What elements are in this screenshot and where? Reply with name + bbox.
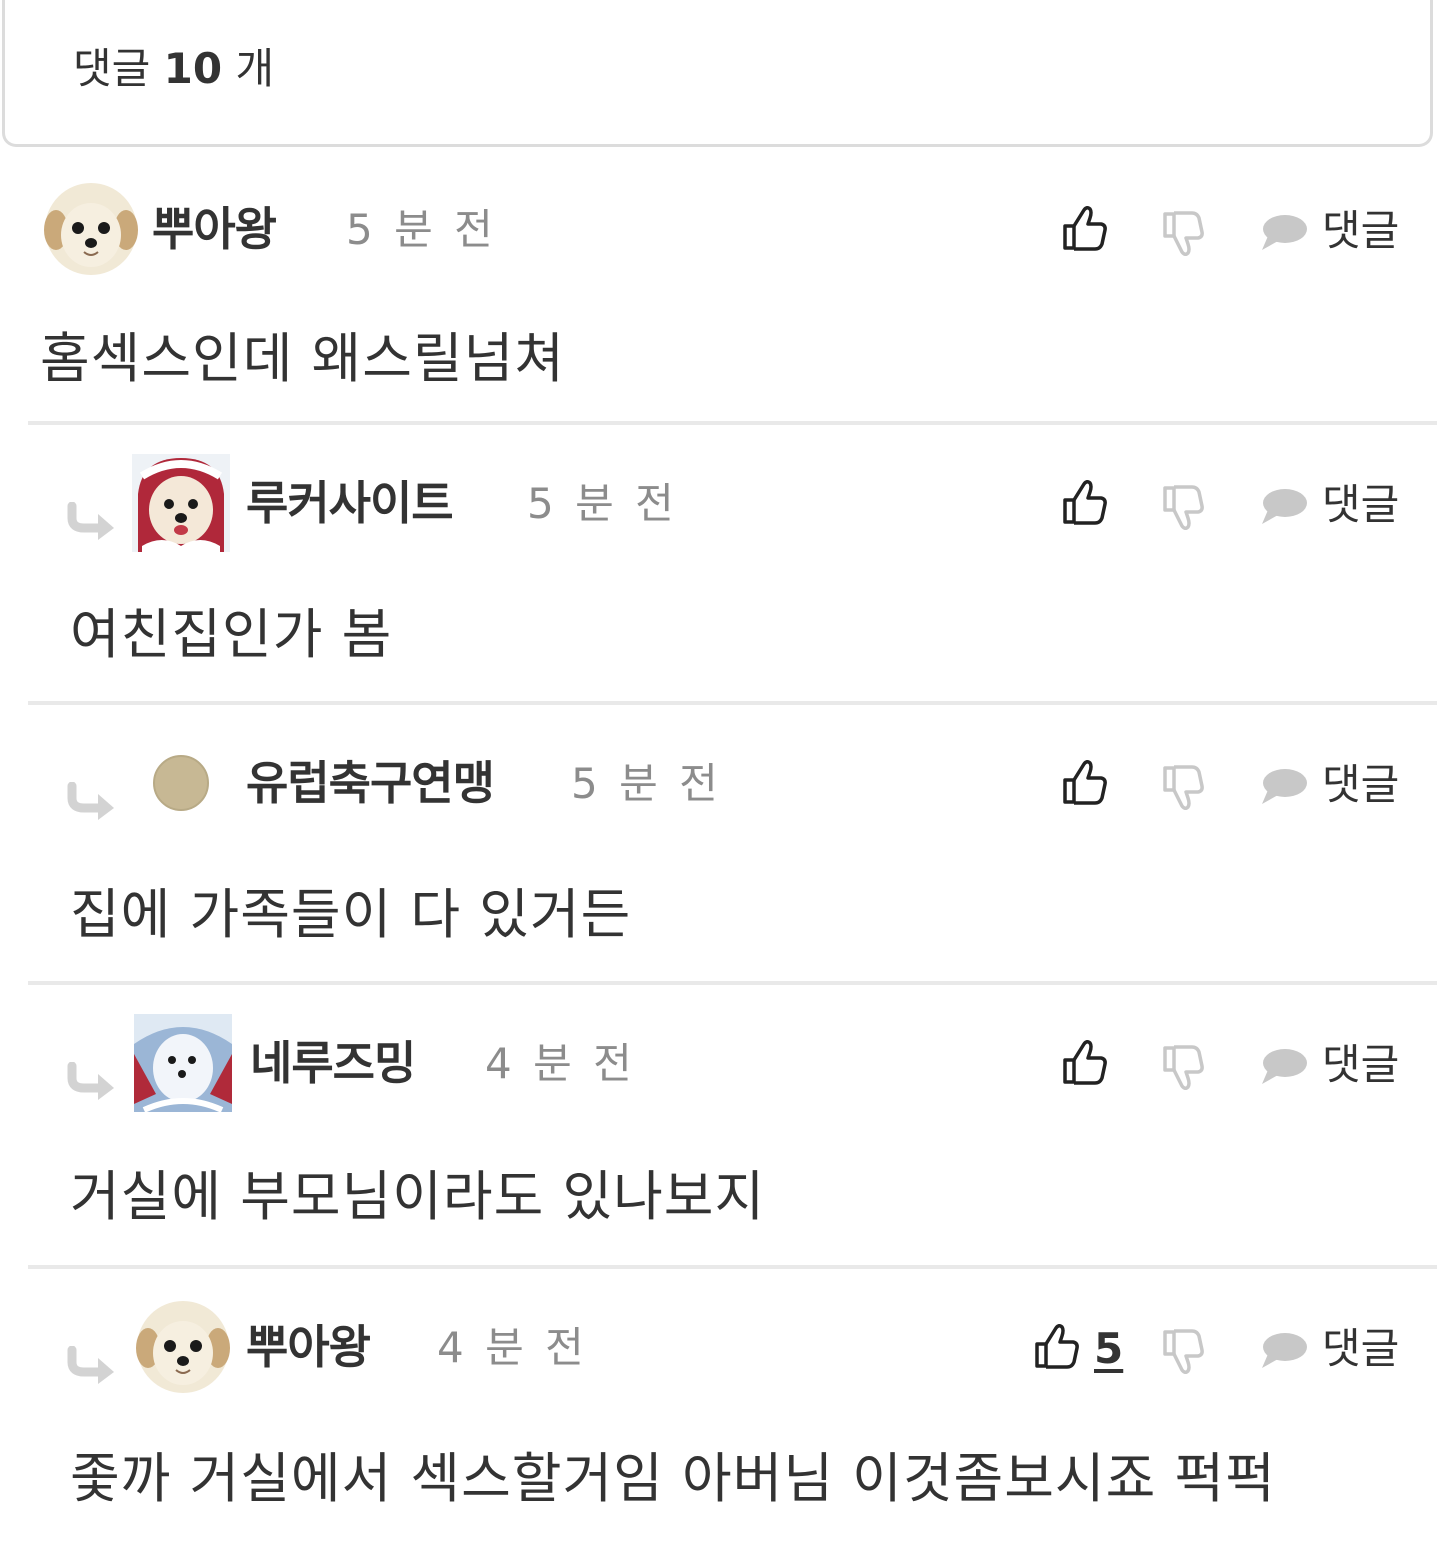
speech-bubble-icon[interactable] [1258, 1330, 1308, 1372]
avatar-image [134, 1298, 232, 1396]
thumbs-up-icon[interactable] [1034, 1322, 1080, 1370]
reply-arrow-icon [66, 1062, 118, 1102]
comment-body: 여친집인가 봄 [70, 603, 393, 666]
comment-meta: 유럽축구연맹 5 분 전 댓글 [0, 734, 1437, 844]
speech-bubble-icon[interactable] [1258, 766, 1308, 808]
avatar[interactable] [42, 180, 140, 278]
reply-button[interactable]: 댓글 [1322, 1038, 1399, 1092]
speech-bubble-icon[interactable] [1258, 212, 1308, 254]
divider [28, 981, 1437, 985]
comment-meta: 뿌아왕 5 분 전 댓글 [0, 180, 1437, 290]
reply-arrow-icon [66, 1346, 118, 1386]
comment-body: 홈섹스인데 왜스릴넘쳐 [40, 327, 565, 390]
avatar[interactable] [134, 1298, 232, 1396]
speech-bubble-icon[interactable] [1258, 1046, 1308, 1088]
thumbs-down-icon[interactable] [1162, 764, 1206, 812]
divider [28, 421, 1437, 425]
thumbs-up-icon[interactable] [1062, 204, 1108, 252]
thumbs-down-icon[interactable] [1162, 210, 1206, 258]
comments-count: 10 [163, 44, 223, 93]
comment-meta: 네루즈밍 4 분 전 댓글 [0, 1014, 1437, 1124]
comment-time: 4 분 전 [485, 1039, 636, 1088]
comment-body: 거실에 부모님이라도 있나보지 [70, 1165, 766, 1228]
comment-author[interactable]: 유럽축구연맹 [246, 754, 495, 812]
thumbs-down-icon[interactable] [1162, 1044, 1206, 1092]
comment-author[interactable]: 루커사이트 [246, 474, 454, 532]
thumbs-down-icon[interactable] [1162, 484, 1206, 532]
comment-meta: 뿌아왕 4 분 전 5 댓글 [0, 1298, 1437, 1408]
comment-author[interactable]: 뿌아왕 [152, 200, 277, 258]
comment-time: 5 분 전 [346, 205, 497, 254]
thumbs-down-icon[interactable] [1162, 1328, 1206, 1376]
thumbs-up-icon[interactable] [1062, 478, 1108, 526]
reply-button[interactable]: 댓글 [1322, 758, 1399, 812]
reply-arrow-icon [66, 782, 118, 822]
divider [28, 1265, 1437, 1269]
comment-body: 집에 가족들이 다 있거든 [70, 883, 632, 946]
thumbs-up-icon[interactable] [1062, 758, 1108, 806]
reply-button[interactable]: 댓글 [1322, 478, 1399, 532]
avatar[interactable] [134, 1014, 232, 1112]
comment-time: 5 분 전 [527, 479, 678, 528]
avatar-image [132, 734, 230, 832]
reply-button[interactable]: 댓글 [1322, 1322, 1399, 1376]
comment-time: 5 분 전 [571, 759, 722, 808]
comments-count-unit: 개 [235, 44, 275, 93]
comments-header: 댓글 10 개 [2, 0, 1433, 147]
avatar-image [134, 1014, 232, 1112]
comment-meta: 루커사이트 5 분 전 댓글 [0, 454, 1437, 564]
comments-title-label: 댓글 [73, 44, 151, 93]
avatar-image [42, 180, 140, 278]
reply-button[interactable]: 댓글 [1322, 204, 1399, 258]
like-count[interactable]: 5 [1094, 1324, 1123, 1374]
divider [28, 701, 1437, 705]
speech-bubble-icon[interactable] [1258, 486, 1308, 528]
thumbs-up-icon[interactable] [1062, 1038, 1108, 1086]
comment-body: 좇까 거실에서 섹스할거임 아버님 이것좀보시죠 퍽퍽 [70, 1447, 1276, 1510]
comments-count-title: 댓글 10 개 [73, 42, 274, 96]
reply-arrow-icon [66, 502, 118, 542]
avatar[interactable] [132, 734, 230, 832]
comment-author[interactable]: 네루즈밍 [250, 1034, 416, 1092]
comment-time: 4 분 전 [437, 1323, 588, 1372]
avatar[interactable] [132, 454, 230, 552]
comment-author[interactable]: 뿌아왕 [246, 1318, 371, 1376]
avatar-image [132, 454, 230, 552]
